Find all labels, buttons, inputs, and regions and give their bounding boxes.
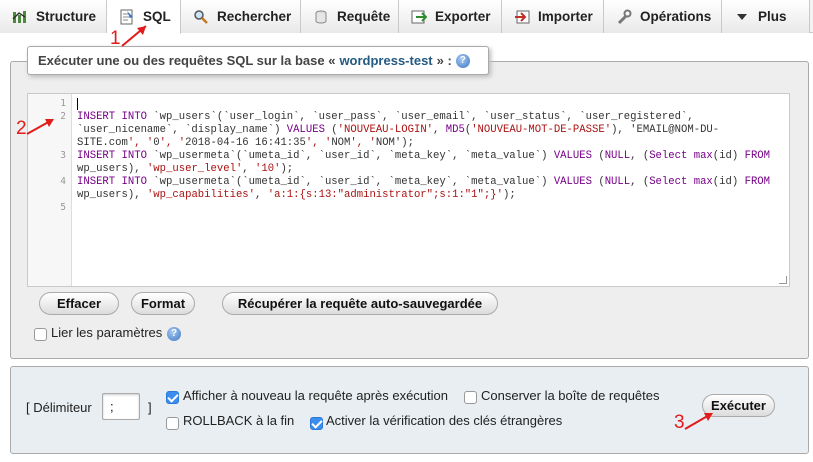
tab-rechercher[interactable]: Rechercher [181,0,301,33]
line-number: 4 [60,176,66,187]
tab-structure[interactable]: Structure [0,0,107,33]
database-name-link[interactable]: wordpress-test [339,53,432,68]
bind-params-label: Lier les paramètres [51,325,163,340]
tab-operations[interactable]: Opérations [604,0,722,33]
tab-label: Importer [538,9,593,24]
search-icon [193,9,209,25]
code-line: `user_nicename`, `display_name`) VALUES … [77,124,720,136]
sql-editor[interactable]: 1 2 3 4 5 INSERT INTO `wp_users`(`user_login… [27,93,790,287]
show-query-label: Afficher à nouveau la requête après exéc… [183,388,448,403]
annotation-arrow-3 [684,413,713,430]
tab-requete[interactable]: Requête [301,0,399,33]
code-line: INSERT INTO `wp_usermeta`(`umeta_id`, `u… [77,150,771,162]
tab-label: Structure [36,9,97,24]
code-line: INSERT INTO `wp_users`(`user_login`, `us… [77,111,694,123]
clear-button[interactable]: Effacer [39,292,119,315]
foreign-keys-label: Activer la vérification des clés étrangè… [326,413,563,428]
help-icon[interactable]: ? [167,327,181,341]
import-icon [514,9,530,25]
rollback-checkbox[interactable] [166,417,179,430]
tab-label: Opérations [640,9,712,24]
annotation-arrow-2 [26,119,54,135]
tab-exporter[interactable]: Exporter [399,0,502,33]
keep-box-label: Conserver la boîte de requêtes [481,388,660,403]
foreign-keys-checkbox[interactable] [310,417,323,430]
line-number: 5 [60,202,66,213]
show-query-checkbox[interactable] [166,391,179,404]
code-line: INSERT INTO `wp_usermeta`(`umeta_id`, `u… [77,176,771,188]
annotation-arrow-1 [121,25,147,47]
line-number: 2 [60,111,66,122]
wrench-icon [616,9,632,25]
line-number: 1 [60,98,66,109]
format-button[interactable]: Format [131,292,195,315]
structure-icon [12,9,28,25]
delimiter-input[interactable]: ; [102,393,140,420]
panel-legend: Exécuter une ou des requêtes SQL sur la … [27,46,489,75]
tab-label: Requête [337,9,391,24]
rollback-label: ROLLBACK à la fin [183,413,295,428]
delimiter-label: [ Délimiteur [26,400,92,415]
tab-plus[interactable]: Plus [722,0,810,33]
tab-label: Exporter [435,9,491,24]
line-number: 3 [60,150,66,161]
tab-label: Rechercher [217,9,292,24]
bind-params-checkbox[interactable] [34,328,47,341]
query-icon [313,9,329,25]
tab-label: Plus [758,9,787,24]
recover-autosaved-button[interactable]: Récupérer la requête auto-sauvegardée [222,292,498,315]
resize-handle[interactable] [779,276,787,284]
code-line: SITE.com', '0', '2018-04-16 16:41:35', '… [77,137,414,149]
text-cursor [77,98,78,110]
keep-box-checkbox[interactable] [464,391,477,404]
tab-importer[interactable]: Importer [502,0,604,33]
code-line: wp_users), 'wp_user_level', '10'); [77,163,294,175]
code-line: wp_users), 'wp_capabilities', 'a:1:{s:13… [77,189,516,201]
help-icon[interactable]: ? [455,53,470,68]
legend-suffix: » : [436,53,452,68]
delimiter-bracket: ] [148,400,152,415]
chevron-down-icon [734,9,750,25]
export-icon [411,9,428,25]
legend-prefix: Exécuter une ou des requêtes SQL sur la … [38,53,336,68]
